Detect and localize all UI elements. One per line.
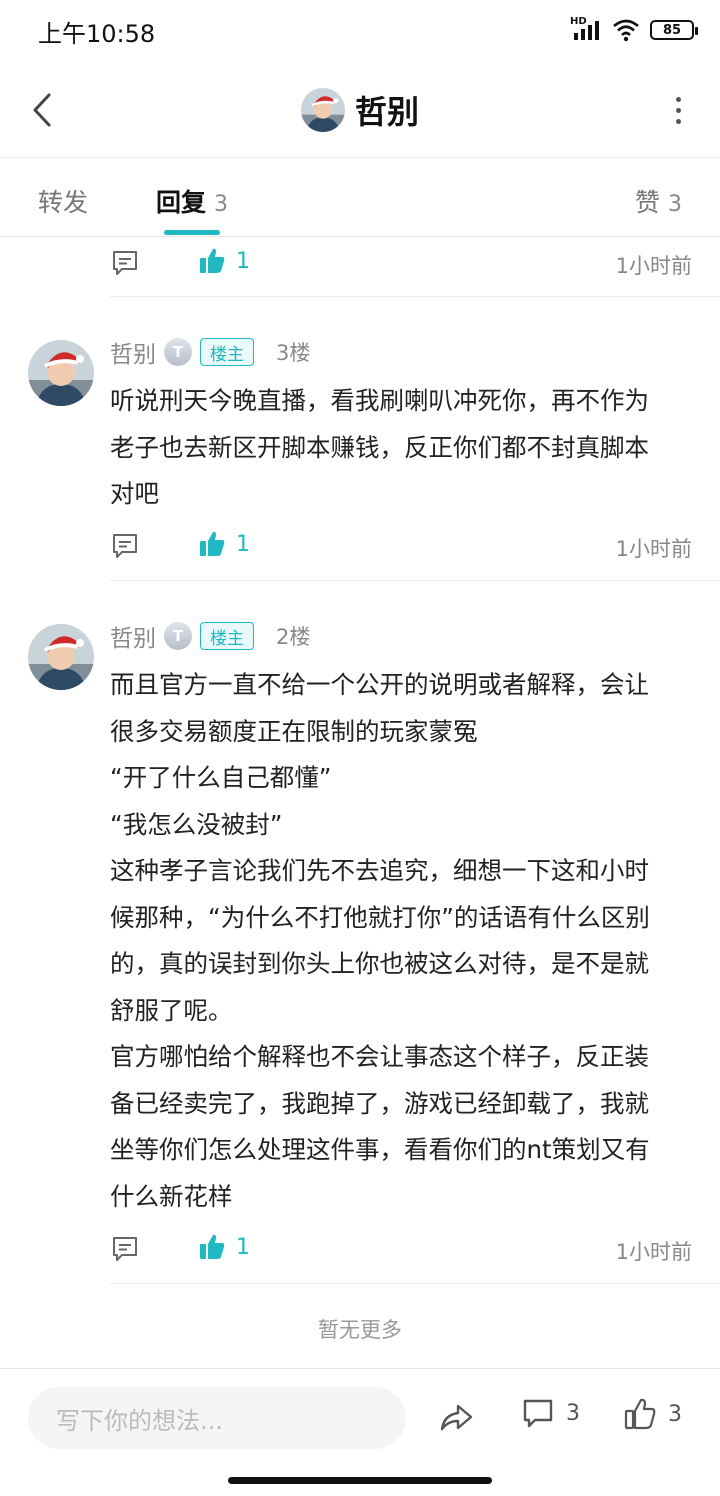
- battery-icon: 85: [650, 20, 698, 40]
- wifi-icon: [612, 18, 640, 42]
- comment-line: 官方哪怕给个解释也不会让事态这个样子，反正装: [110, 1042, 649, 1071]
- avatar[interactable]: [28, 624, 94, 690]
- level-badge-icon: T: [164, 338, 192, 366]
- status-time: 上午10:58: [38, 20, 156, 48]
- comment-line: “我怎么没被封”: [110, 809, 283, 839]
- author-name[interactable]: 哲别: [110, 619, 156, 653]
- level-badge-text: T: [172, 343, 184, 361]
- status-icons: HD 85: [570, 14, 698, 46]
- level-badge-text: T: [172, 627, 184, 645]
- comment-count: 3: [566, 1400, 580, 1426]
- comment-line: 对吧: [110, 479, 159, 508]
- active-tab-indicator: [164, 230, 220, 235]
- comment-line: 老子也去新区开脚本赚钱，反正你们都不封真脚本: [110, 432, 649, 462]
- tab-reply[interactable]: 回复 3: [156, 183, 228, 219]
- comment-line: 什么新花样: [110, 1181, 233, 1211]
- divider: [110, 1283, 720, 1284]
- status-bar: 上午10:58 HD 85: [0, 0, 720, 62]
- avatar[interactable]: [28, 340, 94, 406]
- floor-number: 3楼: [276, 341, 311, 365]
- comment-icon[interactable]: [110, 1234, 140, 1264]
- like-count: 3: [668, 1401, 682, 1427]
- comment-count-button[interactable]: 3: [522, 1397, 580, 1429]
- comment-line: 候那种，“为什么不打他就打你”的话语有什么区别: [110, 902, 650, 932]
- comment-actions: 1 1小时前: [110, 521, 692, 571]
- floor-number: 2楼: [276, 625, 311, 649]
- like-count: 1: [236, 248, 250, 274]
- home-indicator[interactable]: [228, 1477, 492, 1484]
- like-count-button[interactable]: 3: [624, 1397, 682, 1431]
- comment-line: 备已经卖完了，我跑掉了，游戏已经卸载了，我就: [110, 1088, 649, 1118]
- bottom-action-bar: 写下你的想法... 3 3: [0, 1368, 720, 1468]
- thumbs-up-icon: [200, 1234, 225, 1259]
- comment-line: 听说刑天今晚直播，看我刷喇叭冲死你，再不作为: [110, 386, 649, 415]
- thumbs-up-icon: [200, 531, 225, 556]
- divider: [110, 580, 720, 581]
- tab-count: 3: [668, 192, 682, 217]
- timestamp: 1小时前: [615, 537, 692, 561]
- divider: [110, 296, 720, 297]
- comment-actions: 1 1小时前: [110, 238, 692, 288]
- like-button[interactable]: 1: [198, 529, 250, 559]
- tab-label: 转发: [38, 188, 89, 217]
- page-title: 哲别: [354, 93, 419, 131]
- tab-bar: 转发 回复 3 赞3: [0, 159, 720, 237]
- battery-level: 85: [662, 22, 682, 38]
- comment-line: “开了什么自己都懂”: [110, 763, 332, 792]
- reply-input-placeholder: 写下你的想法...: [56, 1406, 223, 1435]
- comment-icon: [523, 1399, 553, 1428]
- comment-line: 坐等你们怎么处理这件事，看看你们的nt策划又有: [110, 1135, 650, 1164]
- comment-icon[interactable]: [110, 531, 140, 561]
- like-button[interactable]: 1: [198, 1232, 250, 1262]
- share-icon[interactable]: [438, 1399, 474, 1435]
- signal-icon: HD: [570, 16, 602, 42]
- comment-body: 听说刑天今晚直播，看我刷喇叭冲死你，再不作为 老子也去新区开脚本赚钱，反正你们都…: [110, 378, 700, 518]
- like-button[interactable]: 1: [198, 246, 250, 276]
- comment-actions: 1 1小时前: [110, 1224, 692, 1274]
- timestamp: 1小时前: [615, 1240, 692, 1264]
- timestamp: 1小时前: [615, 254, 692, 278]
- tab-forward[interactable]: 转发: [38, 183, 88, 219]
- header-user[interactable]: 哲别: [0, 84, 720, 136]
- comment-line: 这种孝子言论我们先不去追究，细想一下这和小时: [110, 856, 649, 885]
- comment-line: 很多交易额度正在限制的玩家蒙冤: [110, 716, 478, 746]
- comment-line: 舒服了呢。: [110, 995, 233, 1025]
- tab-label: 回复: [156, 188, 207, 217]
- tab-count: 3: [214, 192, 229, 217]
- top-nav-bar: 哲别: [0, 62, 720, 158]
- like-count: 1: [236, 1234, 250, 1260]
- comment-meta: 哲别 T 楼主 2楼: [110, 618, 310, 654]
- network-type-label: HD: [570, 16, 587, 27]
- comment-icon[interactable]: [110, 248, 140, 278]
- more-options-button[interactable]: [670, 90, 686, 130]
- tab-like[interactable]: 赞3: [635, 183, 682, 219]
- more-vertical-icon: [675, 96, 681, 102]
- author-name[interactable]: 哲别: [110, 335, 156, 369]
- header-avatar[interactable]: [300, 88, 345, 132]
- level-badge-icon: T: [164, 622, 192, 650]
- comment-line: 而且官方一直不给一个公开的说明或者解释，会让: [110, 670, 649, 699]
- like-count: 1: [236, 531, 250, 557]
- reply-list[interactable]: 1 1小时前 哲别 T 楼主 3楼 听说刑天今晚直播，看我刷喇叭冲死你，再不作为: [0, 238, 720, 1368]
- no-more-text: 暂无更多: [318, 1318, 402, 1342]
- comment-body: 而且官方一直不给一个公开的说明或者解释，会让 很多交易额度正在限制的玩家蒙冤 “…: [110, 662, 700, 1220]
- comment-line: 的，真的误封到你头上你也被这么对待，是不是就: [110, 949, 649, 978]
- comment-meta: 哲别 T 楼主 3楼: [110, 334, 310, 370]
- owner-badge: 楼主: [200, 622, 254, 650]
- owner-badge: 楼主: [200, 338, 254, 366]
- reply-input[interactable]: 写下你的想法...: [28, 1387, 406, 1449]
- thumbs-up-icon: [624, 1398, 656, 1430]
- thumbs-up-icon: [200, 248, 225, 273]
- tab-label: 赞: [634, 188, 660, 217]
